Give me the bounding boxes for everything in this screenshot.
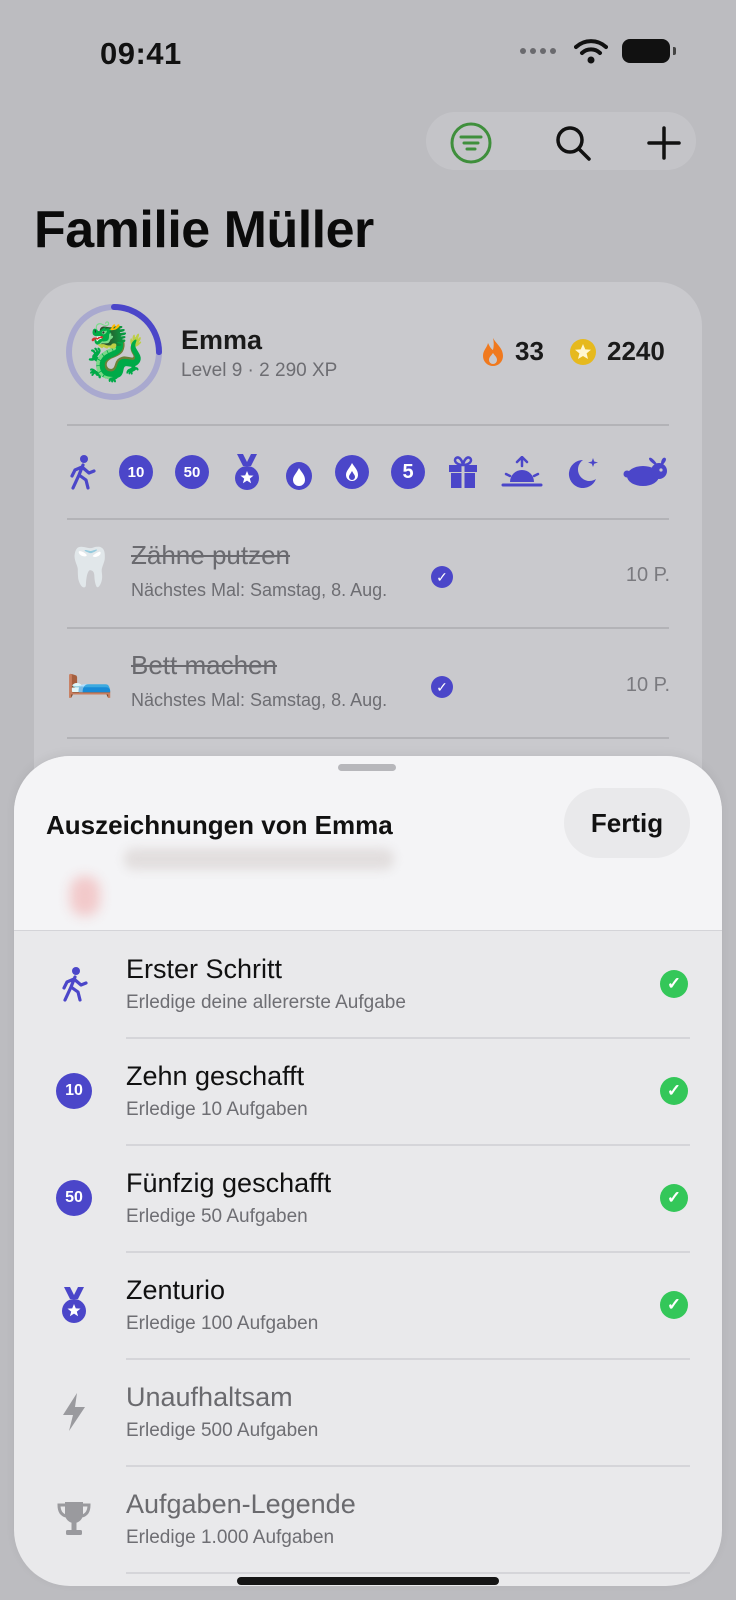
walking-figure-icon <box>70 455 96 490</box>
achievement-title: Zehn geschafft <box>126 1061 305 1091</box>
achievement-row[interactable]: 50 Fünfzig geschafft Erledige 50 Aufgabe… <box>14 1146 722 1253</box>
wifi-icon <box>574 39 608 64</box>
page-title: Familie Müller <box>34 201 374 259</box>
flame-circle-icon <box>335 455 369 489</box>
row-divider <box>126 1572 690 1574</box>
battery-icon <box>622 39 676 63</box>
plus-icon <box>647 126 681 160</box>
flame-icon <box>286 462 312 490</box>
streak-count: 33 <box>515 336 544 366</box>
badge-row[interactable]: 10 50 5 <box>67 452 671 492</box>
medal-icon <box>235 454 259 490</box>
achievements-sheet: Auszeichnungen von Emma Fertig Erster Sc… <box>14 756 722 1586</box>
achievement-desc: Erledige 500 Aufgaben <box>126 1420 319 1441</box>
task-points: 10 P. <box>625 564 670 586</box>
achievement-title: Erster Schritt <box>126 954 283 984</box>
profile-name: Emma <box>181 325 263 355</box>
task-points: 10 P. <box>625 674 670 696</box>
blurred-background <box>124 848 394 870</box>
medal-icon <box>52 1283 96 1327</box>
task-title: Zähne putzen <box>131 540 291 570</box>
achievement-desc: Erledige deine allererste Aufgabe <box>126 992 406 1013</box>
badge-10: 10 <box>119 455 153 489</box>
earned-check-icon: ✓ <box>660 970 688 998</box>
card-divider <box>67 518 669 520</box>
task-title: Bett machen <box>131 650 277 680</box>
task-row[interactable]: 🛏️ Bett machen Nächstes Mal: Samstag, 8.… <box>66 634 670 734</box>
search-icon <box>556 126 591 161</box>
badge-50: 50 <box>175 455 209 489</box>
walking-figure-icon <box>52 962 96 1006</box>
status-time: 09:41 <box>100 36 182 71</box>
checkmark-icon: ✓ <box>431 676 453 698</box>
task-row[interactable]: 🦷 Zähne putzen Nächstes Mal: Samstag, 8.… <box>66 524 670 624</box>
search-button[interactable] <box>550 120 596 166</box>
bed-icon: 🛏️ <box>66 657 114 699</box>
moon-stars-icon <box>568 458 598 488</box>
profile-level: Level 9 · 2 290 XP <box>181 360 338 381</box>
coins-stat: 2240 <box>569 336 665 367</box>
checkmark-icon: ✓ <box>431 566 453 588</box>
sheet-title: Auszeichnungen von Emma <box>46 810 393 840</box>
number-badge-icon: 10 <box>52 1069 96 1113</box>
task-divider <box>67 737 669 739</box>
sheet-grabber[interactable] <box>338 764 396 771</box>
add-button[interactable] <box>641 120 687 166</box>
cellular-signal-icon <box>520 48 556 54</box>
status-icons <box>520 38 676 64</box>
achievement-desc: Erledige 1.000 Aufgaben <box>126 1527 335 1548</box>
earned-check-icon: ✓ <box>660 1077 688 1105</box>
app-screen: 09:41 Familie Müller 🐉 Emma Level 9 · 2 … <box>0 0 736 1600</box>
task-divider <box>67 627 669 629</box>
gift-icon <box>449 456 477 488</box>
achievement-row[interactable]: Erster Schritt Erledige deine allererste… <box>14 932 722 1039</box>
task-next-date: Nächstes Mal: Samstag, 8. Aug. <box>131 690 388 710</box>
badge-number: 10 <box>56 1073 92 1109</box>
achievement-title: Zenturio <box>126 1275 226 1305</box>
achievement-row[interactable]: Zenturio Erledige 100 Aufgaben ✓ <box>14 1253 722 1360</box>
achievement-desc: Erledige 100 Aufgaben <box>126 1313 319 1334</box>
sunrise-icon <box>501 456 543 487</box>
achievement-title: Unaufhaltsam <box>126 1382 293 1412</box>
filter-icon <box>450 122 492 164</box>
card-divider <box>67 424 669 426</box>
avatar[interactable]: 🐉 <box>80 318 150 386</box>
achievement-desc: Erledige 50 Aufgaben <box>126 1206 308 1227</box>
badge-5: 5 <box>391 455 425 489</box>
blurred-background <box>70 876 100 916</box>
achievement-title: Aufgaben-Legende <box>126 1489 356 1519</box>
trophy-icon <box>52 1497 96 1541</box>
achievement-row[interactable]: 10 Zehn geschafft Erledige 10 Aufgaben ✓ <box>14 1039 722 1146</box>
flame-icon <box>483 337 503 366</box>
achievement-row[interactable]: Unaufhaltsam Erledige 500 Aufgaben <box>14 1360 722 1467</box>
star-coin-icon <box>570 338 596 365</box>
achievement-desc: Erledige 10 Aufgaben <box>126 1099 308 1120</box>
achievement-title: Fünfzig geschafft <box>126 1168 332 1198</box>
filter-button[interactable] <box>448 120 494 166</box>
tooth-icon: 🦷 <box>66 547 114 589</box>
badge-number: 50 <box>56 1180 92 1216</box>
lightning-icon <box>52 1390 96 1434</box>
streak-stat: 33 <box>481 336 544 367</box>
done-button[interactable]: Fertig <box>564 788 690 858</box>
coin-count: 2240 <box>607 336 665 366</box>
achievement-row[interactable]: Aufgaben-Legende Erledige 1.000 Aufgaben <box>14 1467 722 1574</box>
earned-check-icon: ✓ <box>660 1184 688 1212</box>
home-indicator[interactable] <box>237 1577 499 1585</box>
earned-check-icon: ✓ <box>660 1291 688 1319</box>
number-badge-icon: 50 <box>52 1176 96 1220</box>
task-next-date: Nächstes Mal: Samstag, 8. Aug. <box>131 580 388 600</box>
hare-icon <box>623 457 667 486</box>
